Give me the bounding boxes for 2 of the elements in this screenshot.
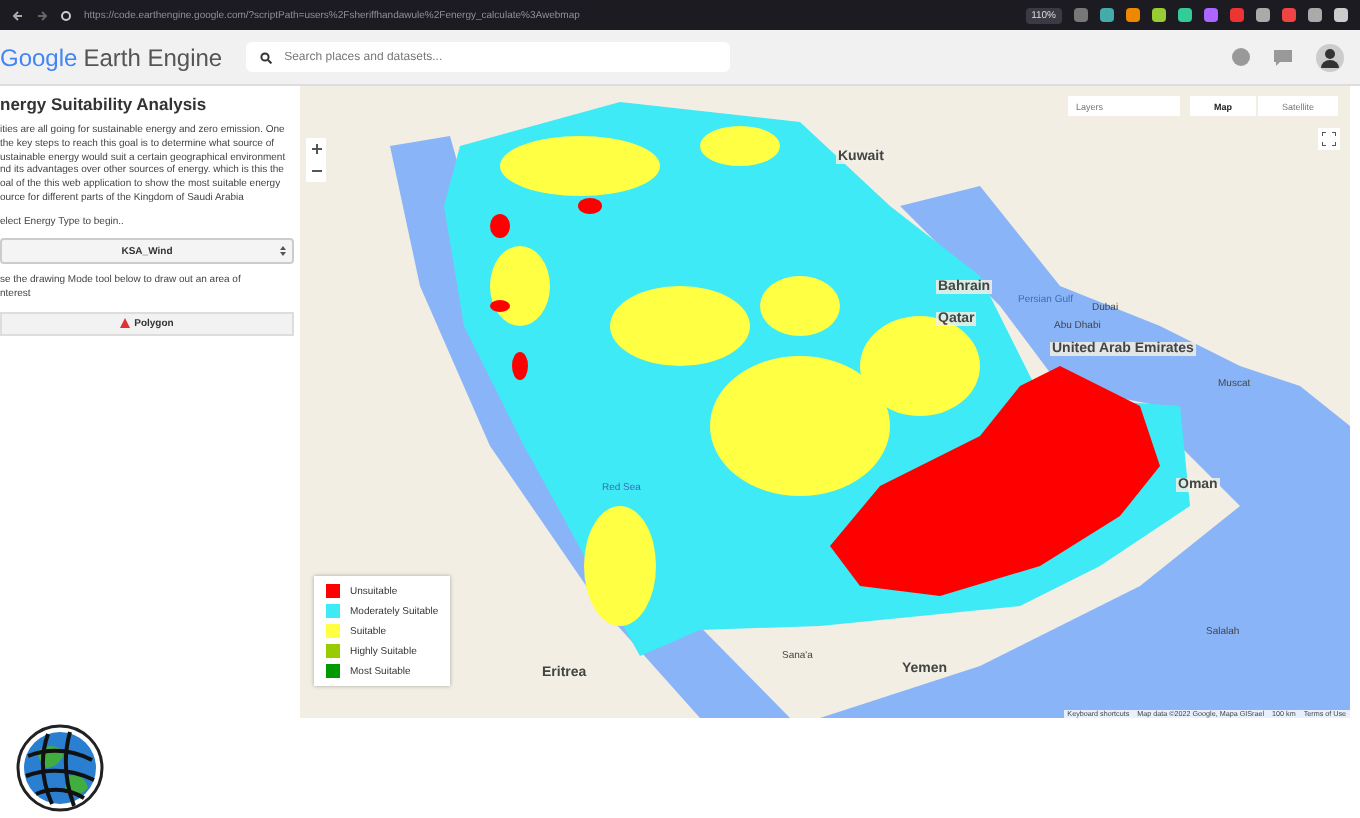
- panel-title: nergy Suitability Analysis: [0, 94, 209, 114]
- app-logo[interactable]: Google Earth Engine: [0, 43, 223, 71]
